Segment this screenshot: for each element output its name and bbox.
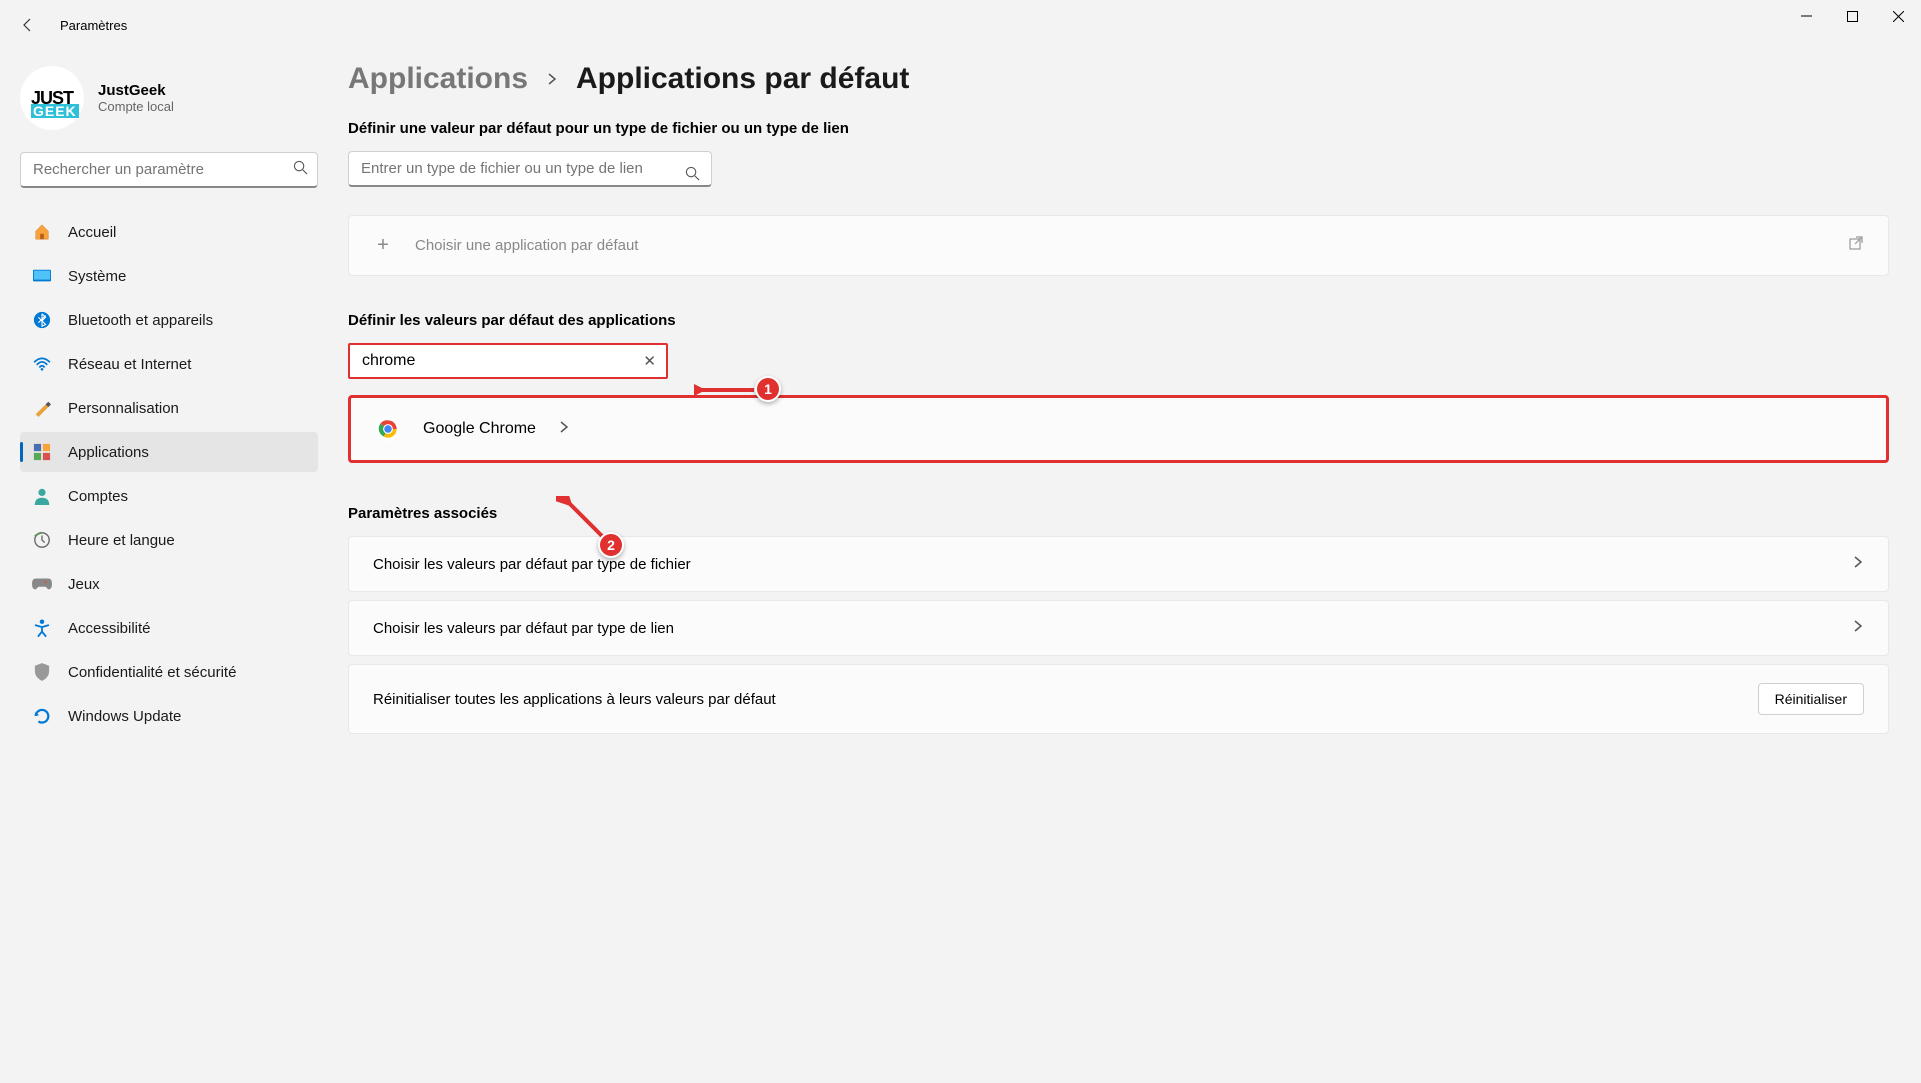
nav-label: Heure et langue (68, 532, 175, 549)
privacy-icon (32, 662, 52, 682)
nav-label: Réseau et Internet (68, 356, 191, 373)
home-icon (32, 222, 52, 242)
breadcrumb-parent[interactable]: Applications (348, 62, 528, 96)
chevron-right-icon (546, 69, 558, 90)
app-search-input[interactable] (348, 343, 668, 379)
maximize-icon (1847, 11, 1858, 22)
maximize-button[interactable] (1829, 0, 1875, 32)
minimize-button[interactable] (1783, 0, 1829, 32)
by-filetype-text: Choisir les valeurs par défaut par type … (373, 556, 1830, 573)
minimize-icon (1801, 11, 1812, 22)
nav-label: Comptes (68, 488, 128, 505)
nav-network[interactable]: Réseau et Internet (20, 344, 318, 384)
gaming-icon (32, 574, 52, 594)
filetype-search-input[interactable] (348, 151, 712, 187)
window-controls (1783, 0, 1921, 32)
time-icon (32, 530, 52, 550)
close-icon (1893, 11, 1904, 22)
choose-default-text: Choisir une application par défaut (415, 237, 1826, 254)
app-result-name: Google Chrome (423, 420, 536, 438)
titlebar: Paramètres (0, 0, 1921, 50)
nav-label: Jeux (68, 576, 100, 593)
bluetooth-icon (32, 310, 52, 330)
main-content: Applications Applications par défaut Déf… (338, 50, 1921, 1083)
accessibility-icon (32, 618, 52, 638)
reset-text: Réinitialiser toutes les applications à … (373, 691, 1736, 708)
page-title: Applications par défaut (576, 62, 909, 96)
chevron-right-icon (558, 420, 570, 438)
reset-card: Réinitialiser toutes les applications à … (348, 664, 1889, 734)
accounts-icon (32, 486, 52, 506)
nav-system[interactable]: Système (20, 256, 318, 296)
nav-bluetooth[interactable]: Bluetooth et appareils (20, 300, 318, 340)
chevron-right-icon (1852, 555, 1864, 573)
nav-accounts[interactable]: Comptes (20, 476, 318, 516)
breadcrumb: Applications Applications par défaut (348, 62, 1889, 96)
user-type: Compte local (98, 99, 174, 114)
sidebar-search (20, 152, 318, 188)
nav-applications[interactable]: Applications (20, 432, 318, 472)
clear-icon[interactable]: ✕ (643, 352, 656, 370)
window-title: Paramètres (60, 18, 127, 33)
nav-personalization[interactable]: Personnalisation (20, 388, 318, 428)
annotation-marker-2: 2 (598, 532, 624, 558)
choose-default-card[interactable]: + Choisir une application par défaut (348, 215, 1889, 276)
filetype-section-title: Définir une valeur par défaut pour un ty… (348, 120, 1889, 137)
nav-label: Accessibilité (68, 620, 151, 637)
user-name: JustGeek (98, 82, 174, 99)
nav-list: Accueil Système Bluetooth et appareils R… (20, 212, 318, 736)
system-icon (32, 266, 52, 286)
close-button[interactable] (1875, 0, 1921, 32)
arrow-left-icon (20, 17, 36, 33)
sidebar-search-input[interactable] (20, 152, 318, 188)
plus-icon: + (373, 234, 393, 257)
nav-privacy[interactable]: Confidentialité et sécurité (20, 652, 318, 692)
app-defaults-section-title: Définir les valeurs par défaut des appli… (348, 312, 1889, 329)
nav-label: Bluetooth et appareils (68, 312, 213, 329)
annotation-marker-1: 1 (755, 376, 781, 402)
nav-gaming[interactable]: Jeux (20, 564, 318, 604)
sidebar: JUST GEEK JustGeek Compte local Accueil (0, 50, 338, 1083)
nav-label: Confidentialité et sécurité (68, 664, 236, 681)
back-button[interactable] (8, 5, 48, 45)
nav-label: Système (68, 268, 126, 285)
network-icon (32, 354, 52, 374)
annotation-arrow-1 (694, 380, 764, 400)
chrome-icon (375, 416, 401, 442)
update-icon (32, 706, 52, 726)
nav-label: Personnalisation (68, 400, 179, 417)
avatar: JUST GEEK (20, 66, 84, 130)
by-linktype-text: Choisir les valeurs par défaut par type … (373, 620, 1830, 637)
search-icon[interactable] (293, 160, 308, 180)
apps-icon (32, 442, 52, 462)
chevron-right-icon (1852, 619, 1864, 637)
app-result-chrome[interactable]: Google Chrome (348, 395, 1889, 463)
nav-home[interactable]: Accueil (20, 212, 318, 252)
nav-label: Applications (68, 444, 149, 461)
avatar-text-2: GEEK (31, 104, 79, 118)
nav-label: Accueil (68, 224, 116, 241)
personalization-icon (32, 398, 52, 418)
nav-update[interactable]: Windows Update (20, 696, 318, 736)
nav-accessibility[interactable]: Accessibilité (20, 608, 318, 648)
by-linktype-card[interactable]: Choisir les valeurs par défaut par type … (348, 600, 1889, 656)
user-section[interactable]: JUST GEEK JustGeek Compte local (20, 66, 318, 130)
search-icon[interactable] (685, 166, 700, 186)
nav-time[interactable]: Heure et langue (20, 520, 318, 560)
external-link-icon (1848, 235, 1864, 256)
nav-label: Windows Update (68, 708, 181, 725)
reset-button[interactable]: Réinitialiser (1758, 683, 1864, 715)
